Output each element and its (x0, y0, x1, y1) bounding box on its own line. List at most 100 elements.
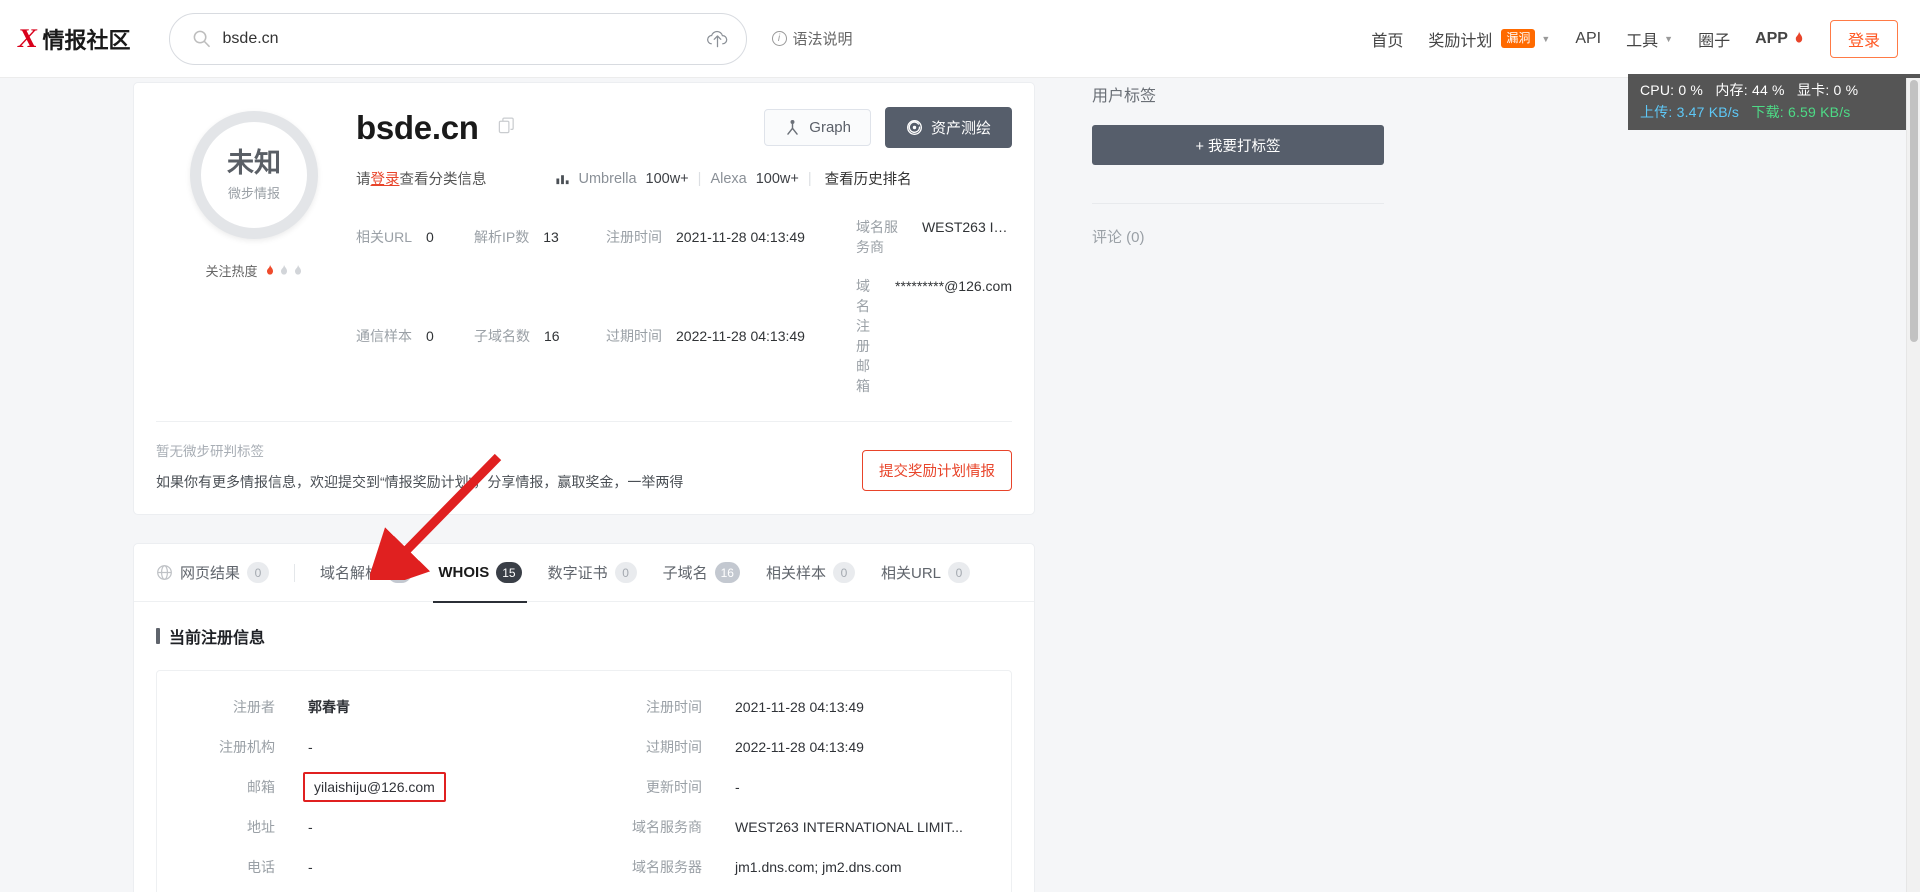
graph-button[interactable]: Graph (764, 109, 871, 146)
nav-item-api[interactable]: API (1575, 30, 1601, 48)
tab-dns-resolution[interactable]: 域名解析 14 (307, 544, 425, 602)
domain-title-row: bsde.cn Graph 资产测绘 (356, 107, 1012, 148)
whois-key: 邮箱 (247, 778, 275, 795)
stat-key: 相关URL (356, 229, 413, 245)
site-logo[interactable]: X 情报社区 (16, 23, 131, 55)
whois-key: 地址 (247, 818, 275, 835)
cloud-upload-icon (707, 30, 728, 48)
add-tag-button[interactable]: + 我要打标签 (1092, 125, 1384, 165)
radar-icon (907, 120, 922, 135)
chevron-down-icon: ▼ (1541, 33, 1551, 44)
nav-label: 奖励计划 (1428, 32, 1493, 50)
nav-item-circle[interactable]: 圈子 (1698, 27, 1730, 51)
whois-row-address: 地址 - (157, 813, 584, 840)
rank-name-umbrella: Umbrella (578, 170, 637, 187)
sidebar-divider (1092, 203, 1384, 204)
stat-resolved-ip: 解析IP数 13 (474, 227, 606, 247)
stat-value: WEST263 INTER... (921, 219, 1012, 235)
user-tags-title: 用户标签 (1092, 88, 1157, 105)
asset-mapping-button[interactable]: 资产测绘 (884, 107, 1012, 148)
whois-key: 注册机构 (219, 738, 275, 755)
whois-value: 郭春青 (308, 698, 350, 715)
tab-count: 0 (948, 562, 971, 583)
submit-intel-button[interactable]: 提交奖励计划情报 (862, 450, 1012, 491)
stat-value: 13 (543, 229, 559, 245)
verdict-column: 未知 微步情报 关注热度 (156, 107, 352, 415)
tab-count: 0 (833, 562, 855, 583)
flame-icon-inactive (280, 264, 287, 275)
domain-stats: 相关URL 0 解析IP数 13 注册时间 2021-11-28 04:13:4… (356, 217, 1012, 396)
nav-label: 首页 (1371, 32, 1404, 50)
nav-item-app[interactable]: APP (1755, 30, 1805, 48)
heat-label: 关注热度 (205, 264, 258, 279)
classify-login-link[interactable]: 登录 (371, 172, 400, 188)
whois-key: 注册时间 (646, 698, 702, 715)
stat-row: 通信样本 0 子域名数 16 过期时间 2022-11-28 04:13:49 (356, 276, 1012, 396)
notice-column: 暂无微步研判标签 如果你有更多情报信息，欢迎提交到“情报奖励计划”，分享情报，赢… (156, 440, 862, 492)
whois-value: - (308, 818, 313, 835)
page-scrollbar[interactable] (1906, 78, 1920, 892)
whois-value-email-highlighted[interactable]: yilaishiju@126.com (303, 771, 446, 802)
detail-tabs-card: 网页结果 0 域名解析 14 WHOIS 15 数字证书 0 子域名 16 相关… (133, 543, 1035, 892)
rank-group: Umbrella 100w+ | Alexa 100w+ | 查看历史排名 (555, 168, 912, 189)
tab-web-results[interactable]: 网页结果 0 (156, 544, 282, 602)
tab-label: 网页结果 (180, 565, 241, 582)
detail-tabs: 网页结果 0 域名解析 14 WHOIS 15 数字证书 0 子域名 16 相关… (134, 544, 1034, 603)
whois-left-column: 注册者 郭春青 注册机构 - 邮箱 yilaishiju@126.com 地址 … (157, 693, 584, 880)
flame-icon-active (266, 264, 273, 275)
tab-count: 0 (614, 562, 637, 583)
system-monitor-row-usage: CPU: 0 % 内存: 44 % 显卡: 0 % (1640, 80, 1910, 102)
gpu-label: 显卡: (1796, 82, 1830, 98)
login-button[interactable]: 登录 (1829, 19, 1898, 58)
graph-button-label: Graph (809, 119, 851, 136)
upload-label: 上传: (1640, 103, 1673, 120)
tab-related-urls[interactable]: 相关URL 0 (868, 544, 983, 602)
rank-history-link[interactable]: 查看历史排名 (825, 168, 912, 189)
main-column: 未知 微步情报 关注热度 bsde.cn Graph 资产测绘 请登录查看分类信… (133, 82, 1035, 892)
search-input[interactable] (222, 29, 698, 48)
verdict-source: 微步情报 (227, 185, 280, 201)
nav-item-bounty[interactable]: 奖励计划 漏洞 ▼ (1428, 27, 1550, 51)
classify-suffix: 查看分类信息 (399, 172, 487, 188)
tab-label: 相关URL (881, 565, 942, 582)
whois-key: 过期时间 (646, 738, 702, 755)
stat-key: 解析IP数 (474, 229, 530, 245)
tab-related-samples[interactable]: 相关样本 0 (753, 544, 868, 602)
tab-certificates[interactable]: 数字证书 0 (535, 544, 650, 602)
stat-row: 相关URL 0 解析IP数 13 注册时间 2021-11-28 04:13:4… (356, 217, 1012, 257)
domain-summary-card: 未知 微步情报 关注热度 bsde.cn Graph 资产测绘 请登录查看分类信… (133, 82, 1035, 515)
nav-label: 工具 (1626, 32, 1659, 50)
stat-key: 通信样本 (356, 328, 412, 344)
classify-prefix: 请 (356, 172, 371, 188)
main-nav: 首页 奖励计划 漏洞 ▼ API 工具 ▼ 圈子 APP 登录 (1371, 19, 1898, 58)
page-root: X 情报社区 i 语法说明 首页 (0, 0, 1920, 892)
stat-key: 注册时间 (606, 229, 662, 245)
memory-label: 内存: (1715, 82, 1748, 98)
graph-icon (787, 120, 799, 135)
rank-value-umbrella: 100w+ (645, 170, 689, 187)
domain-notice-section: 暂无微步研判标签 如果你有更多情报信息，欢迎提交到“情报奖励计划”，分享情报，赢… (134, 422, 1034, 514)
stat-key: 域名服务商 (856, 219, 898, 255)
nav-item-tools[interactable]: 工具 ▼ (1626, 27, 1673, 51)
stat-related-url: 相关URL 0 (356, 227, 474, 247)
bar-chart-icon (555, 175, 569, 185)
page-title: bsde.cn (356, 108, 479, 146)
copy-icon[interactable] (497, 116, 516, 140)
asset-mapping-label: 资产测绘 (930, 120, 991, 137)
tab-whois[interactable]: WHOIS 15 (425, 544, 534, 603)
stat-value: *********@126.com (895, 278, 1012, 294)
tab-subdomains[interactable]: 子域名 16 (650, 544, 753, 602)
stat-comm-sample: 通信样本 0 (356, 326, 474, 346)
syntax-help-label: 语法说明 (792, 31, 853, 48)
stat-value: 0 (426, 229, 434, 245)
upload-value: 3.47 KB/s (1676, 103, 1740, 120)
stat-key: 过期时间 (606, 328, 662, 344)
cpu-label: CPU: (1640, 82, 1675, 98)
search-bar[interactable] (168, 12, 747, 65)
nav-item-home[interactable]: 首页 (1371, 27, 1403, 51)
scrollbar-thumb[interactable] (1910, 80, 1918, 342)
syntax-help-link[interactable]: i 语法说明 (771, 28, 853, 49)
upload-file-button[interactable] (698, 19, 738, 59)
whois-key: 更新时间 (646, 778, 702, 795)
stat-registrant-email: 域名注册邮箱 *********@126.com (856, 276, 1012, 396)
